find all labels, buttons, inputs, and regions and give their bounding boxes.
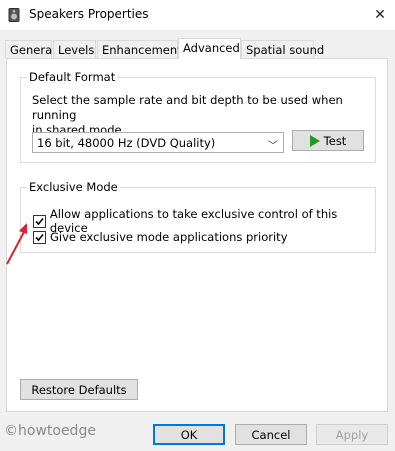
speakers-properties-dialog: Speakers Properties ✕ General Levels Enh…: [0, 0, 395, 451]
tab-advanced[interactable]: Advanced: [178, 38, 241, 59]
tab-label: Advanced: [183, 41, 240, 55]
annotation-arrow-icon: [6, 223, 27, 265]
